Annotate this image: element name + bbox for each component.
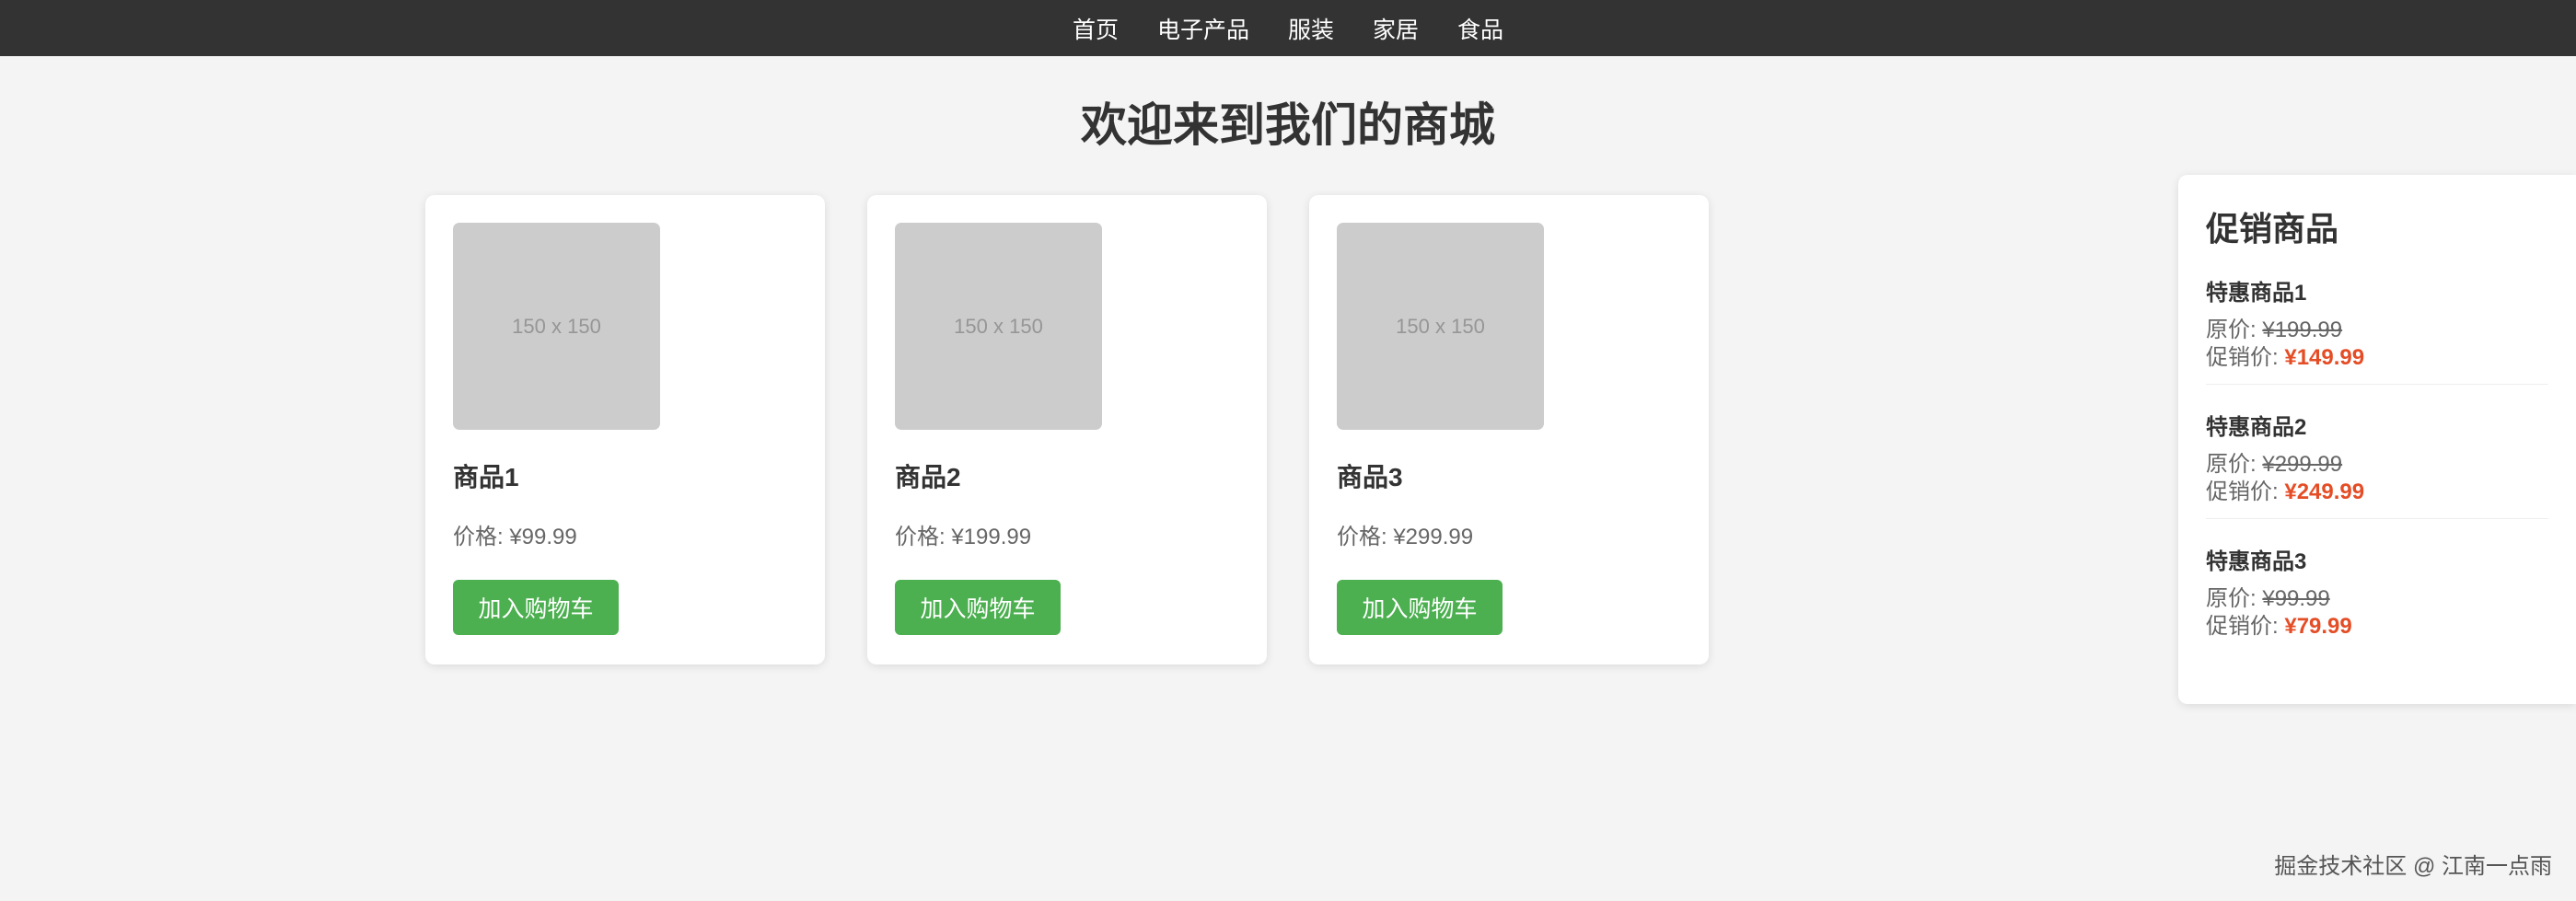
product-name: 商品2 — [895, 463, 961, 491]
sale-price-label: 促销价: — [2206, 345, 2285, 370]
promo-item: 特惠商品3 原价: ¥99.99 促销价: ¥79.99 — [2206, 543, 2548, 653]
promo-item: 特惠商品1 原价: ¥199.99 促销价: ¥149.99 — [2206, 274, 2548, 385]
product-name: 商品3 — [1337, 463, 1403, 491]
product-image[interactable]: 150 x 150 — [453, 223, 660, 430]
nav-item-clothing[interactable]: 服装 — [1288, 12, 1334, 45]
sale-price-label: 促销价: — [2206, 614, 2285, 639]
watermark: 掘金技术社区 @ 江南一点雨 — [2274, 854, 2552, 879]
sale-price: 促销价: ¥249.99 — [2206, 473, 2364, 505]
promotions-sidebar: 促销商品 特惠商品1 原价: ¥199.99 促销价: ¥149.99 特惠商品… — [2178, 175, 2576, 704]
sale-price-label: 促销价: — [2206, 479, 2285, 504]
nav-item-electronics[interactable]: 电子产品 — [1157, 12, 1249, 45]
product-price: 价格: ¥99.99 — [453, 525, 577, 549]
sale-price-value: ¥79.99 — [2284, 614, 2352, 639]
product-name: 商品1 — [453, 463, 519, 491]
sale-price: 促销价: ¥79.99 — [2206, 607, 2352, 640]
product-price: 价格: ¥199.99 — [895, 525, 1032, 549]
product-card: 150 x 150 商品2 价格: ¥199.99 加入购物车 — [867, 195, 1267, 664]
product-price: 价格: ¥299.99 — [1337, 525, 1474, 549]
nav-item-home[interactable]: 首页 — [1073, 12, 1119, 45]
add-to-cart-button[interactable]: 加入购物车 — [1337, 580, 1503, 635]
top-nav: 首页 电子产品 服装 家居 食品 — [0, 0, 2576, 56]
add-to-cart-button[interactable]: 加入购物车 — [895, 580, 1061, 635]
add-to-cart-button[interactable]: 加入购物车 — [453, 580, 619, 635]
promo-item-name: 特惠商品3 — [2206, 549, 2307, 574]
sale-price-value: ¥249.99 — [2284, 479, 2365, 504]
nav-item-home-goods[interactable]: 家居 — [1373, 12, 1419, 45]
promotions-title: 促销商品 — [2206, 210, 2339, 248]
sale-price-value: ¥149.99 — [2284, 345, 2365, 370]
page-title: 欢迎来到我们的商城 — [1081, 99, 1495, 151]
sale-price: 促销价: ¥149.99 — [2206, 339, 2364, 371]
nav-item-food[interactable]: 食品 — [1457, 12, 1503, 45]
promo-item: 特惠商品2 原价: ¥299.99 促销价: ¥249.99 — [2206, 409, 2548, 519]
product-card: 150 x 150 商品3 价格: ¥299.99 加入购物车 — [1309, 195, 1709, 664]
product-image[interactable]: 150 x 150 — [895, 223, 1102, 430]
product-image[interactable]: 150 x 150 — [1337, 223, 1544, 430]
product-card: 150 x 150 商品1 价格: ¥99.99 加入购物车 — [425, 195, 825, 664]
promo-item-name: 特惠商品2 — [2206, 415, 2307, 440]
promo-item-name: 特惠商品1 — [2206, 281, 2307, 306]
